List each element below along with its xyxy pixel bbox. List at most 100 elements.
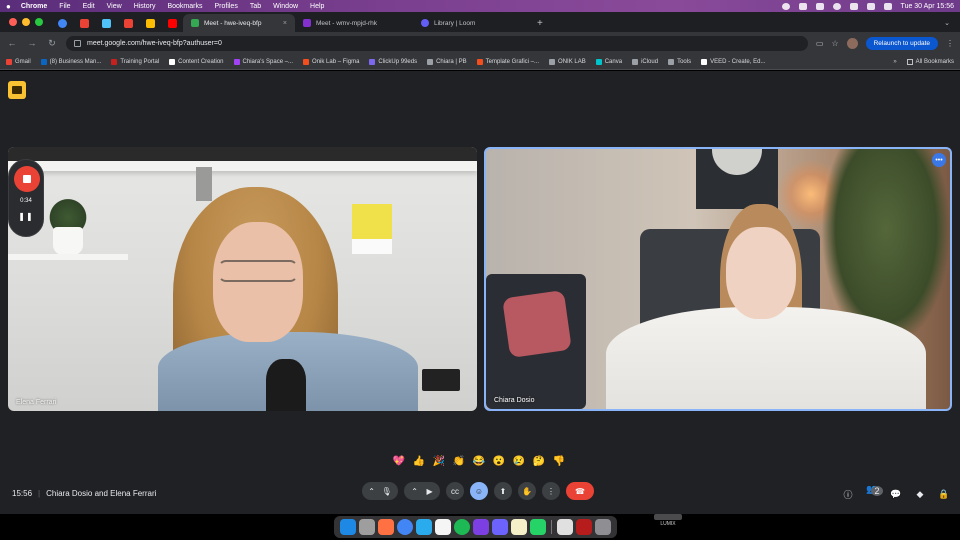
menu-bookmarks[interactable]: Bookmarks <box>167 3 202 10</box>
control-center-icon[interactable] <box>883 2 892 10</box>
status-music-icon[interactable] <box>832 2 841 10</box>
zoom-window-button[interactable] <box>35 18 43 26</box>
spotify-icon[interactable] <box>454 519 470 535</box>
photos-icon[interactable] <box>378 519 394 535</box>
bookmark-gmail[interactable]: Gmail <box>6 58 31 65</box>
camera-icon[interactable]: ▶ <box>427 487 433 496</box>
chat-icon[interactable]: 💬 <box>890 489 902 500</box>
pinned-tab-gmail[interactable] <box>73 14 95 32</box>
tab-search-icon[interactable]: ⌄ <box>944 19 960 32</box>
menu-file[interactable]: File <box>59 3 70 10</box>
notes-icon[interactable] <box>511 519 527 535</box>
status-shield-icon[interactable] <box>798 2 807 10</box>
chevron-up-icon[interactable]: ⌃ <box>411 487 418 496</box>
menu-help[interactable]: Help <box>310 3 324 10</box>
pinned-tab-gmail-2[interactable] <box>117 14 139 32</box>
chevron-up-icon[interactable]: ⌃ <box>368 487 375 496</box>
people-icon[interactable]: 👥2 <box>866 484 883 505</box>
forward-button[interactable]: → <box>26 38 38 48</box>
whatsapp-icon[interactable] <box>530 519 546 535</box>
menu-kebab-icon[interactable]: ⋮ <box>946 39 954 48</box>
pinned-tab-keep[interactable] <box>139 14 161 32</box>
close-window-button[interactable] <box>9 18 17 26</box>
raise-hand-button[interactable]: ✋ <box>518 482 536 500</box>
all-bookmarks-button[interactable]: All Bookmarks <box>906 58 954 65</box>
search-icon[interactable] <box>866 2 875 10</box>
address-bar[interactable]: meet.google.com/hwe-iveq-bfp?authuser=0 <box>66 35 808 51</box>
captions-button[interactable]: cc <box>446 482 464 500</box>
wifi-icon[interactable] <box>849 2 858 10</box>
pinned-tab-youtube[interactable] <box>161 14 183 32</box>
telegram-icon[interactable] <box>416 519 432 535</box>
chrome-icon[interactable] <box>397 519 413 535</box>
reload-button[interactable]: ↻ <box>46 38 58 49</box>
notion-icon[interactable] <box>435 519 451 535</box>
tab-meet-hwe[interactable]: Meet - hwe-iveq-bfp × <box>183 14 295 32</box>
minimize-window-button[interactable] <box>22 18 30 26</box>
bookmark-veed[interactable]: VEED - Create, Ed... <box>701 58 765 65</box>
meeting-details-icon[interactable]: ⓘ <box>842 488 854 501</box>
status-app-icon[interactable] <box>781 2 790 10</box>
profile-avatar[interactable] <box>846 37 858 49</box>
status-notion-icon[interactable] <box>815 2 824 10</box>
reaction-party-popper[interactable]: 🎉 <box>432 455 446 469</box>
tab-meet-wmv[interactable]: Meet - wmv-mpjd-rhk <box>295 14 413 32</box>
more-options-icon[interactable]: ••• <box>932 153 946 167</box>
reaction-sparkling-heart[interactable]: 💖 <box>392 455 406 469</box>
present-screen-button[interactable]: ⬆ <box>494 482 512 500</box>
relaunch-button[interactable]: Relaunch to update <box>865 36 938 50</box>
reaction-thumbs-up[interactable]: 👍 <box>412 455 426 469</box>
new-tab-button[interactable]: + <box>531 18 551 32</box>
reaction-thumbs-down[interactable]: 👎 <box>552 455 566 469</box>
menu-history[interactable]: History <box>134 3 156 10</box>
reaction-clapping[interactable]: 👏 <box>452 455 466 469</box>
camera-in-use-icon[interactable]: ▭ <box>816 39 824 48</box>
bookmark-training-portal[interactable]: Training Portal <box>111 58 159 65</box>
menu-tab[interactable]: Tab <box>250 3 261 10</box>
back-button[interactable]: ← <box>6 38 18 48</box>
bookmark-chiaras-space[interactable]: Chiara's Space –... <box>233 58 293 65</box>
emoji-reactions-button[interactable]: ☺ <box>470 482 488 500</box>
more-options-button[interactable]: ⋮ <box>542 482 560 500</box>
bookmark-linkedin[interactable]: (8) Business Man... <box>40 58 101 65</box>
activities-icon[interactable]: ◆ <box>914 489 926 500</box>
menu-datetime[interactable]: Tue 30 Apr 15:56 <box>901 3 954 10</box>
window-preview-icon[interactable] <box>576 519 592 535</box>
bookmark-onik-lab-figma[interactable]: Onik Lab – Figma <box>303 58 359 65</box>
leave-call-button[interactable]: ☎ <box>566 482 594 500</box>
pinned-tab-app[interactable] <box>95 14 117 32</box>
bookmark-canva[interactable]: Canva <box>595 58 622 65</box>
apple-icon[interactable]: ● <box>6 2 11 11</box>
menu-edit[interactable]: Edit <box>83 3 95 10</box>
bookmarks-overflow-icon[interactable]: » <box>893 59 896 65</box>
menu-app-name[interactable]: Chrome <box>21 3 47 10</box>
reaction-sad[interactable]: 😢 <box>512 455 526 469</box>
bookmark-tools[interactable]: Tools <box>668 58 691 65</box>
close-tab-icon[interactable]: × <box>283 20 287 27</box>
pinned-tab-chrome[interactable] <box>51 14 73 32</box>
menu-profiles[interactable]: Profiles <box>214 3 237 10</box>
stop-recording-button[interactable] <box>14 166 40 192</box>
document-icon[interactable] <box>557 519 573 535</box>
podcast-icon[interactable] <box>473 519 489 535</box>
bookmark-content-creation[interactable]: Content Creation <box>169 58 224 65</box>
menu-window[interactable]: Window <box>273 3 298 10</box>
reaction-thinking[interactable]: 🤔 <box>532 455 546 469</box>
pause-recording-button[interactable]: ❚❚ <box>9 212 43 221</box>
host-controls-icon[interactable]: 🔒 <box>938 489 950 500</box>
external-drive[interactable]: LUMIX <box>651 514 685 527</box>
bookmark-icloud[interactable]: iCloud <box>632 58 658 65</box>
video-tile-chiara[interactable]: ••• Chiara Dosio <box>484 147 952 411</box>
microphone-icon[interactable]: 🎙 <box>382 487 392 496</box>
app-icon[interactable] <box>492 519 508 535</box>
bookmark-template-grafici[interactable]: Template Grafici –... <box>476 58 539 65</box>
video-tile-elena[interactable]: Elena Ferrari <box>8 147 477 411</box>
finder-icon[interactable] <box>340 519 356 535</box>
bookmark-onik-lab[interactable]: ONIK LAB <box>549 58 586 65</box>
reaction-surprised[interactable]: 😮 <box>492 455 506 469</box>
menu-view[interactable]: View <box>107 3 122 10</box>
tab-loom[interactable]: Library | Loom <box>413 14 531 32</box>
launchpad-icon[interactable] <box>359 519 375 535</box>
bookmark-star-icon[interactable]: ☆ <box>831 39 838 48</box>
trash-icon[interactable] <box>595 519 611 535</box>
